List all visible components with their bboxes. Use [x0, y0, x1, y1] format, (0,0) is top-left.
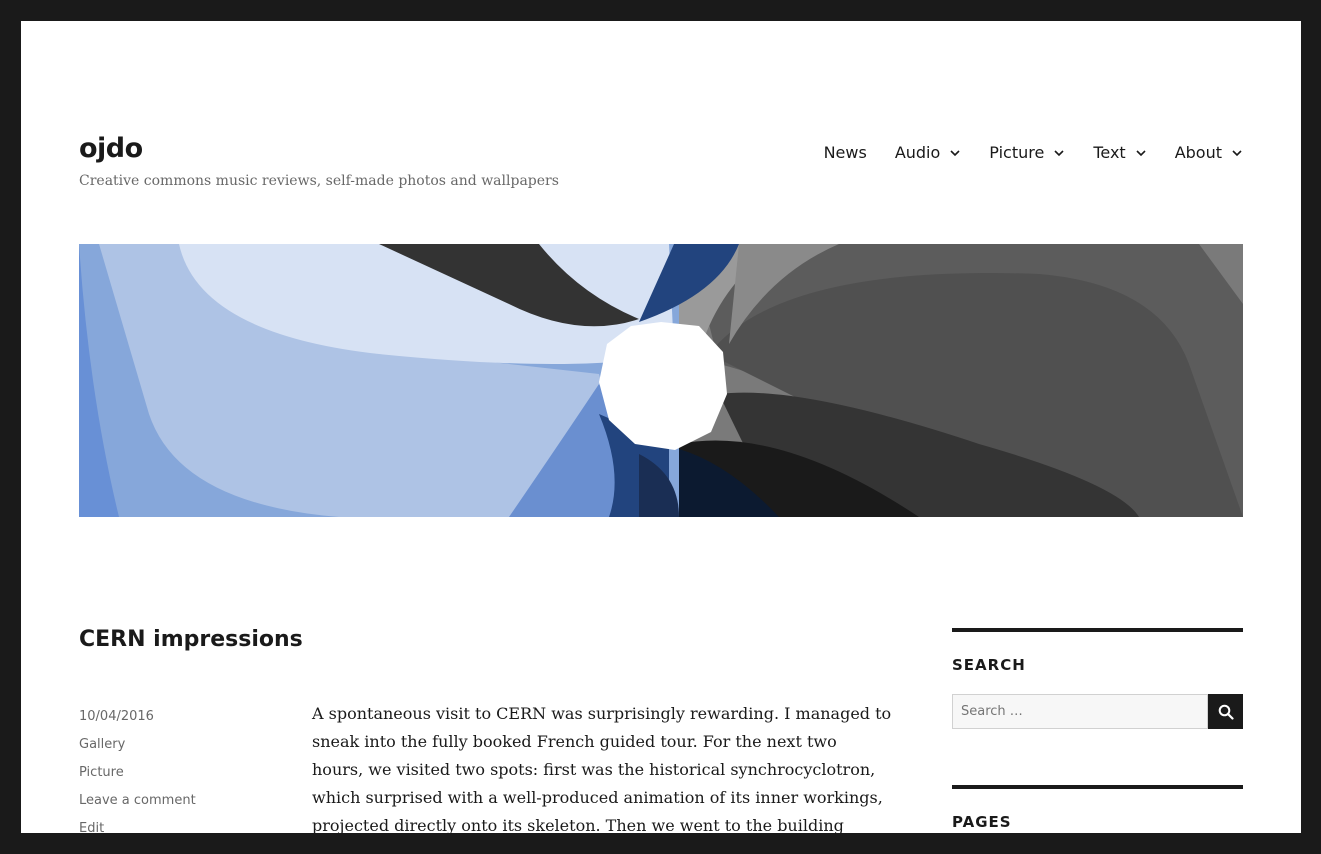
nav-item-picture[interactable]: Picture — [989, 143, 1065, 162]
post-meta: 10/04/2016 Gallery Picture Leave a comme… — [79, 703, 196, 833]
pages-widget: PAGES — [952, 785, 1243, 831]
post-format[interactable]: Gallery — [79, 731, 196, 759]
nav-item-text[interactable]: Text — [1093, 143, 1146, 162]
search-icon — [1218, 704, 1234, 720]
nav-item-audio[interactable]: Audio — [895, 143, 961, 162]
nav-item-label: Picture — [989, 143, 1045, 162]
nav-item-label: Audio — [894, 143, 941, 162]
chevron-down-icon[interactable] — [949, 147, 961, 159]
search-widget: SEARCH — [952, 628, 1243, 729]
nav-item-label: Text — [1093, 143, 1126, 162]
nav-item-label: About — [1174, 143, 1222, 162]
nav-item-about[interactable]: About — [1175, 143, 1243, 162]
widget-title: PAGES — [952, 813, 1012, 831]
post-title[interactable]: CERN impressions — [79, 627, 303, 652]
sidebar: SEARCH PAGES — [952, 628, 1243, 831]
post-category[interactable]: Picture — [79, 759, 196, 787]
search-input[interactable] — [952, 694, 1208, 729]
chevron-down-icon[interactable] — [1135, 147, 1147, 159]
edit-link[interactable]: Edit — [79, 815, 196, 833]
main-navigation: News Audio Picture Text About — [824, 143, 1243, 162]
comment-link[interactable]: Leave a comment — [79, 787, 196, 815]
chevron-down-icon[interactable] — [1053, 147, 1065, 159]
site-title[interactable]: ojdo — [79, 133, 143, 164]
site-description: Creative commons music reviews, self-mad… — [79, 173, 559, 189]
page: ojdo Creative commons music reviews, sel… — [21, 21, 1301, 833]
nav-item-news[interactable]: News — [824, 143, 867, 162]
header-image[interactable] — [79, 244, 1243, 517]
chevron-down-icon[interactable] — [1231, 147, 1243, 159]
nav-item-label: News — [823, 143, 867, 162]
header-aperture-graphic — [79, 244, 1243, 517]
post-date[interactable]: 10/04/2016 — [79, 703, 196, 731]
widget-title: SEARCH — [952, 656, 1026, 674]
search-button[interactable] — [1208, 694, 1243, 729]
post-body: A spontaneous visit to CERN was surprisi… — [312, 704, 892, 833]
search-form — [952, 694, 1243, 729]
